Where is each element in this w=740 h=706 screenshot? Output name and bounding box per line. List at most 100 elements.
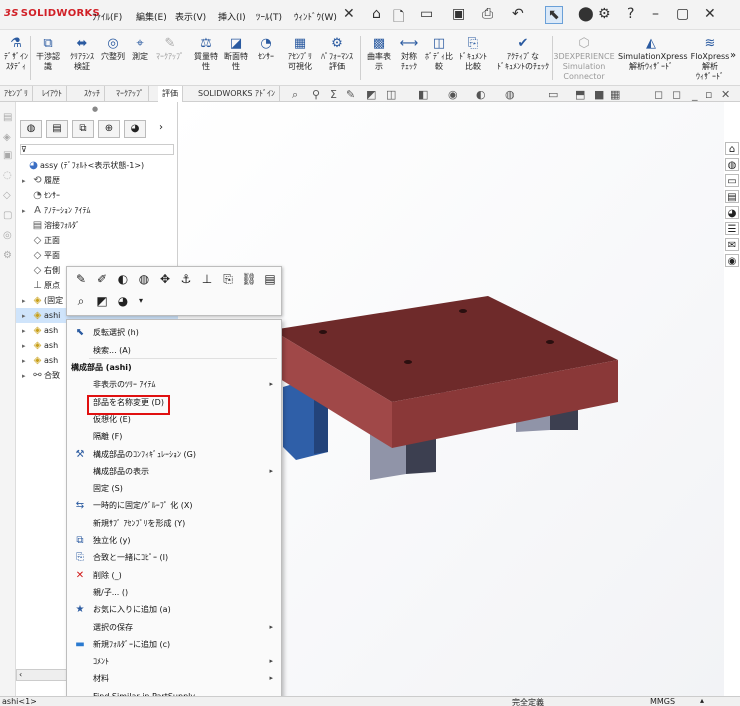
menu-item[interactable]: ⬉ 反転選択 (h) [67,324,281,341]
custom-props-tab-icon[interactable]: ☰ [725,222,739,235]
strip-tool-icon[interactable]: ⚙ [3,250,12,261]
appearance-icon[interactable]: ◕ [115,294,131,308]
normal-to-icon[interactable]: ⊥ [199,272,215,286]
realview-icon[interactable]: ⬒ [575,88,585,101]
ribbon-markup-button[interactable]: ✎ ﾏｰｸｱｯﾌﾟ [155,36,185,62]
ribbon-performance-button[interactable]: ⚙ ﾊﾟﾌｫｰﾏﾝｽ 評価 [318,36,356,72]
fix-icon[interactable]: ⚓ [178,272,194,286]
display-style-icon[interactable]: ◧ [418,88,428,101]
tree-item[interactable]: ◇ 正面 [16,233,178,248]
print-icon[interactable]: ⎙ [482,6,493,22]
property-manager-tab-icon[interactable]: ▤ [46,120,68,138]
menu-item[interactable]: ｳｨﾝﾄﾞｳ(W) [294,10,337,23]
tree-item[interactable]: ◇ 平面 [16,248,178,263]
open-icon[interactable]: ▭ [420,6,433,22]
scroll-left-icon[interactable]: ‹ [17,670,22,679]
tab-5[interactable]: SOLIDWORKS ｱﾄﾞｲﾝ [194,86,280,102]
menu-item[interactable]: 選択の保存 ▸ [67,619,281,636]
tree-item[interactable]: ◕ assy (ﾃﾞﾌｫﾙﾄ<表示状態-1>) [16,158,178,173]
menu-item[interactable]: ✕ 削除 (_) [67,567,281,584]
ribbon-curvature-button[interactable]: ▩ 曲率表 示 [365,36,393,72]
ribbon-hole-align-button[interactable]: ◎ 穴整列 [100,36,126,62]
zoom-area-icon[interactable]: ⚲ [312,88,320,101]
ribbon-design-study-button[interactable]: ⚗ ﾃﾞｻﾞｲﾝ ｽﾀﾃﾞｨ [2,36,30,72]
menu-item[interactable]: ﾌｧｲﾙ(F) [92,10,122,23]
select-icon[interactable]: ⬉ [545,6,563,24]
ribbon-symmetry-button[interactable]: ⟷ 対称 ﾁｪｯｸ [396,36,422,72]
home-tab-icon[interactable]: ⌂ [725,142,739,155]
tree-item[interactable]: ▤ 溶接ﾌｫﾙﾀﾞ [16,218,178,233]
view-orient-icon[interactable]: ◫ [386,88,396,101]
expand-arrow-icon[interactable]: ▸ [22,204,31,219]
hide-icon[interactable]: ◐ [115,272,131,286]
edit-sketch-icon[interactable]: ✎ [73,272,89,286]
rebuild-icon[interactable]: ⬤ [578,6,594,22]
close-icon[interactable]: ✕ [704,6,716,22]
dimxpert-tab-icon[interactable]: ⊕ [98,120,120,138]
tab-3[interactable]: ﾏｰｸｱｯﾌﾟ [112,86,149,102]
monitor-icon[interactable]: ▭ [548,88,558,101]
menu-item[interactable]: 表示(V) [175,10,206,23]
split-view-icon[interactable]: ◻ [654,88,663,101]
menu-item[interactable]: ★ お気に入りに追加 (a) [67,601,281,618]
horizontal-scrollbar[interactable]: ‹ [16,669,68,681]
pin-icon[interactable]: ✕ [343,6,355,22]
ribbon-doc-compare-button[interactable]: ⎘ ﾄﾞｷｭﾒﾝﾄ 比較 [458,36,488,72]
menu-item[interactable]: 固定 (S) [67,480,281,497]
ribbon-sensor-button[interactable]: ◔ ｾﾝｻｰ [252,36,280,62]
menu-item[interactable]: 構成部品の表示 ▸ [67,463,281,480]
filter-input[interactable]: ⊽ [20,144,174,155]
home-icon[interactable]: ⌂ [372,6,381,22]
ribbon-mass-props-button[interactable]: ⚖ 質量特 性 [192,36,220,72]
doc-close-icon[interactable]: ✕ [721,88,730,101]
ribbon-section-props-button[interactable]: ◪ 断面特 性 [222,36,250,72]
undo-icon[interactable]: ↶ [512,6,524,22]
expand-arrow-icon[interactable]: ▸ [22,339,31,354]
strip-tool-icon[interactable]: ▤ [3,112,12,123]
ribbon-3dx-sim-button[interactable]: ⬡ 3DEXPERIENCE Simulation Connector [553,36,615,82]
hide-show-icon[interactable]: ◉ [448,88,458,101]
sum-icon[interactable]: Σ [330,88,337,101]
help-icon[interactable]: ? [627,6,634,22]
menu-item[interactable]: 親/子... () [67,584,281,601]
transparency-icon[interactable]: ◍ [136,272,152,286]
strip-tool-icon[interactable]: ▢ [3,210,12,221]
cube-icon[interactable]: ■ [594,88,604,101]
doc-minimize-icon[interactable]: _ [692,88,698,101]
restore-icon[interactable]: ▢ [676,6,689,22]
doc-restore-icon[interactable]: ▫ [705,88,712,101]
globe-tab-icon[interactable]: ◉ [725,254,739,267]
menu-item[interactable]: 隔離 (F) [67,428,281,445]
tab-4[interactable]: 評価 [158,86,183,102]
zoom-to-fit-icon[interactable]: ⌕ [292,88,298,102]
expand-arrow-icon[interactable]: ▸ [22,354,31,369]
options-icon[interactable]: ⚙ [598,6,611,22]
attach-icon[interactable]: ⎘ [220,272,236,287]
forum-tab-icon[interactable]: ✉ [725,238,739,251]
strip-tool-icon[interactable]: ◇ [3,190,11,201]
appearance-tab-icon[interactable]: ◕ [725,206,739,219]
more-tabs-chevron-icon[interactable]: › [150,120,172,138]
ribbon-clearance-button[interactable]: ⬌ ｸﾘｱﾗﾝｽ 検証 [66,36,98,72]
menu-item[interactable]: ﾂｰﾙ(T) [256,10,282,23]
strip-tool-icon[interactable]: ◎ [3,230,12,241]
strip-tool-icon[interactable]: ◌ [3,170,12,181]
zoom-icon[interactable]: ⌕ [73,294,89,309]
tab-0[interactable]: ｱｾﾝﾌﾞﾘ [0,86,33,102]
units-dropdown-icon[interactable]: ▴ [700,696,704,705]
grid-icon[interactable]: ▦ [610,88,620,101]
tree-item[interactable]: ◔ ｾﾝｻｰ [16,188,178,203]
tile-icon[interactable]: ◻ [672,88,681,101]
ribbon-measure-button[interactable]: ⌖ 測定 [128,36,152,62]
strip-tool-icon[interactable]: ◈ [3,132,11,143]
new-doc-icon[interactable]: 🗋 [393,6,404,30]
file-explorer-tab-icon[interactable]: ▤ [725,190,739,203]
expand-arrow-icon[interactable]: ▸ [22,174,31,189]
ribbon-active-doc-check-button[interactable]: ✔ ｱｸﾃｨﾌﾞな ﾄﾞｷｭﾒﾝﾄのﾁｪｯｸ [496,36,550,72]
menu-item[interactable]: 挿入(I) [218,10,246,23]
resources-tab-icon[interactable]: ◍ [725,158,739,171]
library-tab-icon[interactable]: ▭ [725,174,739,187]
tree-item[interactable]: ▸ A ｱﾉﾃｰｼｮﾝ ｱｲﾃﾑ [16,203,178,218]
menu-item[interactable]: 新規ｻﾌﾞ ｱｾﾝﾌﾞﾘを形成 (Y) [67,515,281,532]
tab-2[interactable]: ｽｹｯﾁ [80,86,105,102]
